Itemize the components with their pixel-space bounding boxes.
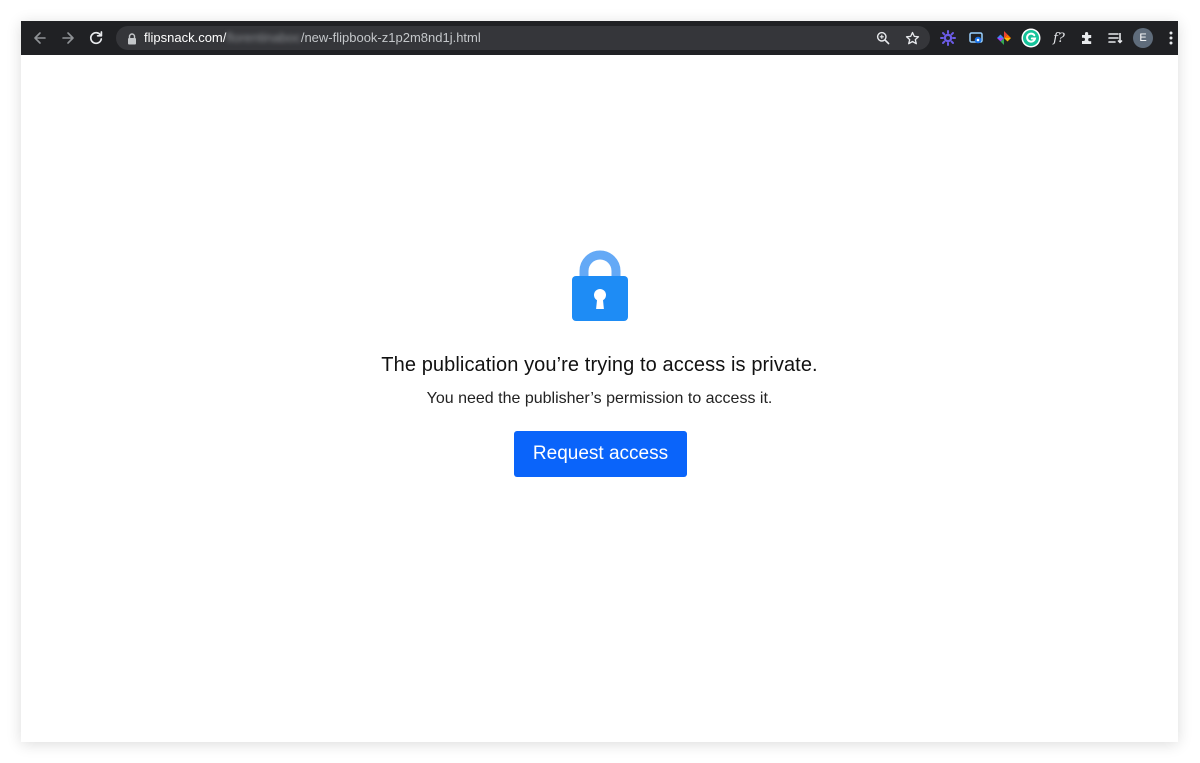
browser-window: flipsnack.com/florentinaboc/new-flipbook… — [21, 21, 1178, 742]
screen-capture-extension-icon[interactable] — [966, 28, 986, 48]
more-icon[interactable] — [1161, 28, 1178, 48]
grammarly-icon[interactable] — [1021, 28, 1041, 48]
lock-icon[interactable] — [127, 32, 137, 50]
gear-extension-icon[interactable] — [938, 28, 958, 48]
page-content: The publication you’re trying to access … — [21, 55, 1178, 742]
profile-avatar[interactable]: E — [1133, 28, 1153, 48]
url-path: /new-flipbook-z1p2m8nd1j.html — [300, 30, 481, 45]
reload-icon[interactable] — [86, 28, 106, 48]
browser-toolbar: flipsnack.com/florentinaboc/new-flipbook… — [21, 21, 1178, 55]
reading-list-icon[interactable] — [1105, 28, 1125, 48]
request-access-button[interactable]: Request access — [514, 431, 687, 477]
address-bar[interactable]: flipsnack.com/florentinaboc/new-flipbook… — [116, 26, 930, 50]
url-host: flipsnack.com/ — [144, 30, 227, 45]
padlock-icon — [571, 249, 629, 328]
url-blurred-segment: florentinaboc — [226, 30, 301, 45]
puzzle-icon[interactable] — [1077, 28, 1097, 48]
back-icon[interactable] — [30, 28, 50, 48]
page-title: The publication you’re trying to access … — [381, 354, 818, 376]
star-icon[interactable] — [903, 29, 921, 47]
zoom-icon[interactable] — [874, 29, 892, 47]
page-subtitle: You need the publisher’s permission to a… — [426, 390, 773, 407]
color-picker-extension-icon[interactable] — [994, 28, 1014, 48]
font-finder-extension-icon[interactable]: f? — [1049, 28, 1069, 48]
url-text: flipsnack.com/florentinaboc/new-flipbook… — [144, 26, 481, 50]
forward-icon[interactable] — [58, 28, 78, 48]
